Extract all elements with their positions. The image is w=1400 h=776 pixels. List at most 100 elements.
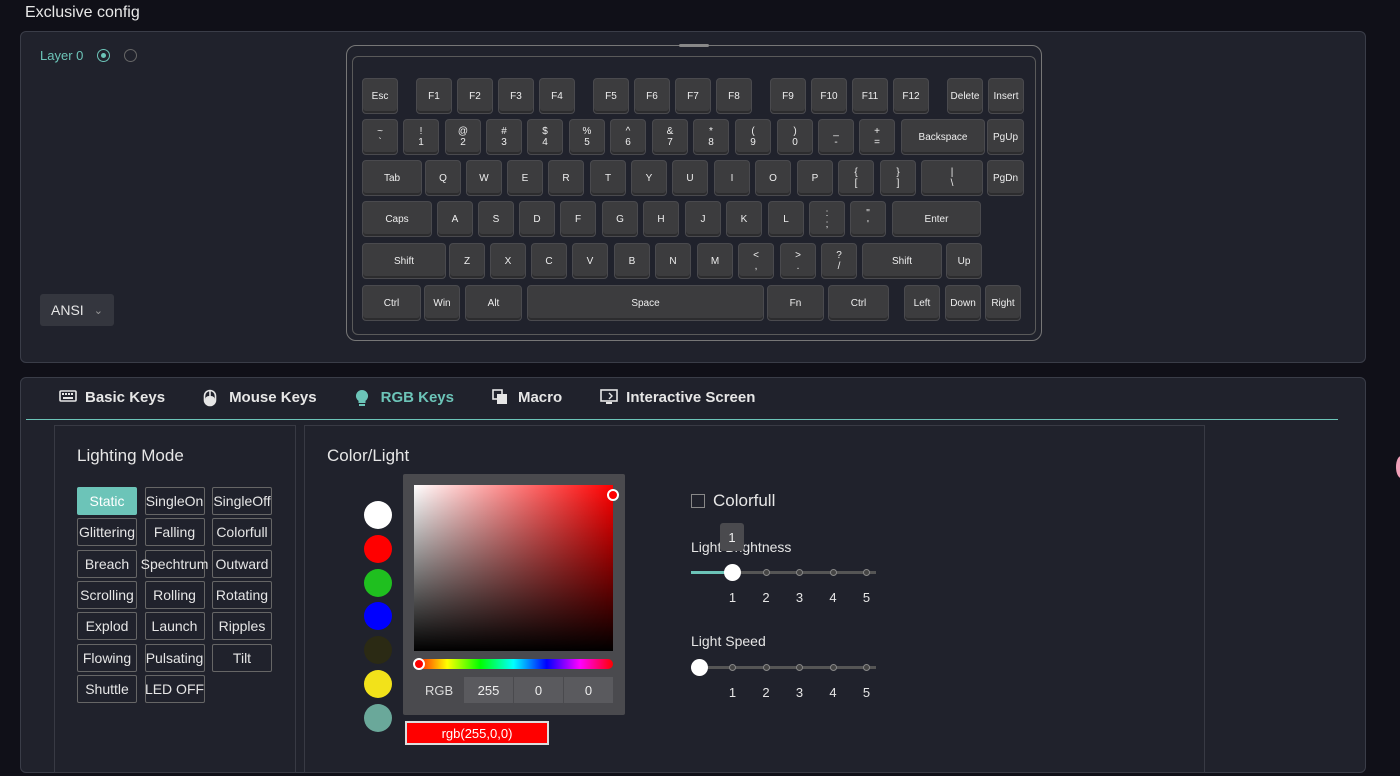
key-backspace[interactable]: Backspace: [901, 119, 985, 155]
color-swatch[interactable]: [364, 703, 392, 732]
mode-glittering[interactable]: Glittering: [77, 518, 137, 547]
key-k[interactable]: K: [726, 201, 762, 237]
colorfull-toggle[interactable]: Colorfull: [691, 491, 775, 511]
mode-flowing[interactable]: Flowing: [77, 643, 137, 672]
key-win[interactable]: Win: [424, 285, 460, 321]
mode-outward[interactable]: Outward: [212, 549, 272, 578]
key-f4[interactable]: F4: [539, 78, 575, 114]
color-swatch[interactable]: [364, 534, 392, 563]
key-,[interactable]: <,: [738, 243, 774, 279]
slider-stop[interactable]: [829, 664, 837, 671]
key-j[interactable]: J: [685, 201, 721, 237]
red-input[interactable]: 255: [464, 677, 514, 703]
mode-scrolling[interactable]: Scrolling: [77, 580, 137, 609]
key-a[interactable]: A: [437, 201, 473, 237]
mode-breach[interactable]: Breach: [77, 549, 137, 578]
key-insert[interactable]: Insert: [988, 78, 1024, 114]
key-x[interactable]: X: [490, 243, 526, 279]
key-8[interactable]: * 8: [693, 119, 729, 155]
key-c[interactable]: C: [531, 243, 567, 279]
key-y[interactable]: Y: [631, 160, 667, 196]
slider-stop[interactable]: [829, 569, 837, 576]
key-f6[interactable]: F6: [634, 78, 670, 114]
key-b[interactable]: B: [614, 243, 650, 279]
key-\[interactable]: | \: [921, 160, 983, 196]
key-up[interactable]: Up: [946, 243, 982, 279]
key-z[interactable]: Z: [449, 243, 485, 279]
key-3[interactable]: #3: [486, 119, 522, 155]
slider-stop[interactable]: [796, 664, 803, 671]
mode-falling[interactable]: Falling: [144, 518, 205, 547]
key-v[interactable]: V: [572, 243, 608, 279]
key-down[interactable]: Down: [945, 285, 981, 321]
key-][interactable]: }]: [880, 160, 916, 196]
slider-knob[interactable]: [724, 564, 741, 581]
key-1[interactable]: ! 1: [403, 119, 439, 155]
slider-stop[interactable]: [729, 664, 736, 671]
key-g[interactable]: G: [602, 201, 638, 237]
key-n[interactable]: N: [655, 243, 691, 279]
colorfull-checkbox[interactable]: [691, 494, 705, 508]
tab-interactive-screen[interactable]: Interactive Screen: [600, 386, 755, 408]
key-r[interactable]: R: [548, 160, 584, 196]
key-;[interactable]: :;: [809, 201, 845, 237]
mode-shuttle[interactable]: Shuttle: [77, 674, 137, 703]
color-swatch[interactable]: [364, 501, 392, 529]
speed-slider[interactable]: [690, 659, 876, 676]
slider-knob[interactable]: [690, 659, 708, 676]
key-/[interactable]: ? /: [821, 243, 857, 279]
key-shift[interactable]: Shift: [862, 243, 942, 279]
key-right[interactable]: Right: [985, 285, 1021, 321]
blue-input[interactable]: 0: [564, 677, 614, 703]
key-f7[interactable]: F7: [675, 78, 711, 114]
mode-singleoff[interactable]: SingleOff: [212, 487, 272, 515]
key-.[interactable]: >.: [780, 243, 816, 279]
key-t[interactable]: T: [590, 160, 626, 196]
key-f10[interactable]: F10: [811, 78, 847, 114]
key-0[interactable]: ) 0: [777, 119, 813, 155]
key-w[interactable]: W: [466, 160, 502, 196]
tab-rgb-keys[interactable]: RGB Keys: [355, 386, 454, 408]
mode-launch[interactable]: Launch: [144, 612, 205, 641]
key-delete[interactable]: Delete: [947, 78, 983, 114]
key-o[interactable]: O: [755, 160, 791, 196]
key-=[interactable]: + =: [859, 119, 895, 155]
key-i[interactable]: I: [714, 160, 750, 196]
key-f5[interactable]: F5: [593, 78, 629, 114]
color-swatch[interactable]: [364, 670, 392, 698]
sv-handle[interactable]: [607, 489, 619, 501]
key-7[interactable]: & 7: [652, 119, 688, 155]
mode-tilt[interactable]: Tilt: [212, 643, 272, 672]
tab-mouse-keys[interactable]: Mouse Keys: [203, 386, 317, 408]
key-f[interactable]: F: [560, 201, 596, 237]
key-h[interactable]: H: [643, 201, 679, 237]
key-9[interactable]: (9: [735, 119, 771, 155]
hue-slider[interactable]: [413, 658, 613, 670]
mode-ripples[interactable]: Ripples: [212, 612, 272, 641]
layer-1-radio[interactable]: [124, 49, 138, 62]
key-f1[interactable]: F1: [416, 78, 452, 114]
tab-macro[interactable]: Macro: [492, 386, 562, 408]
key-[[interactable]: {[: [838, 160, 874, 196]
key-s[interactable]: S: [478, 201, 514, 237]
key-shift[interactable]: Shift: [362, 243, 446, 279]
slider-stop[interactable]: [863, 569, 870, 576]
layout-select[interactable]: ANSI ⌄: [40, 294, 114, 326]
key-6[interactable]: ^ 6: [610, 119, 646, 155]
color-swatch[interactable]: [364, 568, 392, 597]
hue-handle[interactable]: [413, 658, 425, 670]
key-'[interactable]: " ': [850, 201, 886, 237]
slider-stop[interactable]: [863, 664, 870, 671]
key-enter[interactable]: Enter: [892, 201, 981, 237]
key-f8[interactable]: F8: [716, 78, 752, 114]
tab-basic-keys[interactable]: Basic Keys: [59, 386, 165, 408]
layer-0-radio[interactable]: [97, 49, 111, 62]
mode-spechtrum[interactable]: Spechtrum: [141, 549, 208, 578]
key-caps[interactable]: Caps: [362, 201, 432, 237]
saturation-value-area[interactable]: [414, 485, 619, 651]
key-f3[interactable]: F3: [498, 78, 534, 114]
key-q[interactable]: Q: [425, 160, 461, 196]
key-alt[interactable]: Alt: [465, 285, 522, 321]
key-2[interactable]: @2: [445, 119, 481, 155]
key-f12[interactable]: F12: [893, 78, 929, 114]
